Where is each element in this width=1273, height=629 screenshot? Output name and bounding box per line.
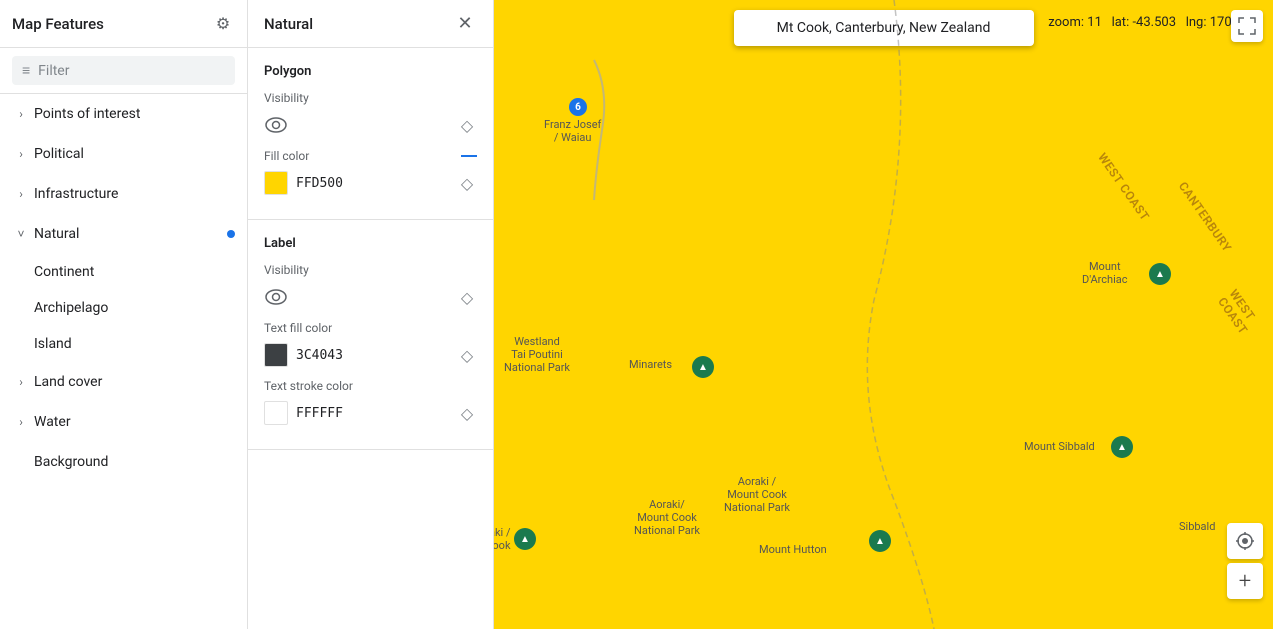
filter-input[interactable]: ≡ Filter bbox=[12, 56, 235, 85]
place-partial-aoraki: aki /ook bbox=[494, 526, 511, 552]
sidebar-item-archipelago[interactable]: Archipelago bbox=[0, 290, 247, 326]
chevron-right-icon: › bbox=[12, 185, 30, 203]
visibility-label: Visibility bbox=[264, 91, 477, 105]
text-stroke-color-label: Text stroke color bbox=[264, 379, 477, 393]
map-bottom-controls: + bbox=[1227, 523, 1263, 599]
fill-color-label-row: Fill color bbox=[264, 149, 477, 163]
eye-icon[interactable] bbox=[264, 113, 288, 137]
chevron-right-icon: › bbox=[12, 105, 30, 123]
label-visibility-row: ◇ bbox=[264, 285, 477, 309]
place-sibbald: Sibbald bbox=[1179, 520, 1215, 533]
close-button[interactable]: ✕ bbox=[453, 12, 477, 36]
sidebar-item-label: Political bbox=[34, 146, 84, 162]
canterbury-label-1: CANTERBURY bbox=[1176, 179, 1235, 254]
label-diamond-icon[interactable]: ◇ bbox=[457, 287, 477, 307]
left-header: Map Features ⚙ bbox=[0, 0, 247, 48]
chevron-right-icon: › bbox=[12, 373, 30, 391]
sidebar-item-infrastructure[interactable]: › Infrastructure bbox=[0, 174, 247, 214]
map-features-title: Map Features bbox=[12, 15, 104, 33]
fill-color-diamond-icon[interactable]: ◇ bbox=[457, 173, 477, 193]
west-coast-label-1: WEST COAST bbox=[1095, 150, 1152, 223]
text-stroke-color-field[interactable]: FFFFFF bbox=[264, 401, 457, 425]
zoom-in-button[interactable]: + bbox=[1227, 563, 1263, 599]
search-text: Mt Cook, Canterbury, New Zealand bbox=[777, 20, 991, 36]
map-triangle-aoraki: ▲ bbox=[869, 530, 891, 552]
sidebar-item-natural[interactable]: ˅ Natural bbox=[0, 214, 247, 254]
label-visibility-label: Visibility bbox=[264, 263, 477, 277]
active-dot bbox=[227, 230, 235, 238]
fill-color-field[interactable]: FFD500 bbox=[264, 171, 457, 195]
text-fill-color-field[interactable]: 3C4043 bbox=[264, 343, 457, 367]
map-triangle-darchiac: ▲ bbox=[1149, 263, 1171, 285]
label-eye-icon[interactable] bbox=[264, 285, 288, 309]
sidebar-item-points-of-interest[interactable]: › Points of interest bbox=[0, 94, 247, 134]
chevron-down-icon: ˅ bbox=[12, 225, 30, 243]
filter-placeholder: Filter bbox=[38, 63, 69, 79]
left-panel: Map Features ⚙ ≡ Filter › Points of inte… bbox=[0, 0, 248, 629]
sidebar-item-label: Land cover bbox=[34, 374, 102, 390]
diamond-icon[interactable]: ◇ bbox=[457, 115, 477, 135]
sidebar-item-continent[interactable]: Continent bbox=[0, 254, 247, 290]
polygon-visibility-row: ◇ bbox=[264, 113, 477, 137]
sidebar-item-land-cover[interactable]: › Land cover bbox=[0, 362, 247, 402]
place-mount-hutton: Mount Hutton bbox=[759, 543, 827, 556]
place-aoraki-2: Aoraki/Mount CookNational Park bbox=[634, 498, 700, 537]
sidebar-subitem-label: Island bbox=[34, 336, 72, 352]
text-fill-color-label: Text fill color bbox=[264, 321, 477, 335]
chevron-right-icon: › bbox=[12, 145, 30, 163]
location-button[interactable] bbox=[1227, 523, 1263, 559]
map-zoom: zoom: 11 lat: -43.503 lng: 170.306 bbox=[1048, 15, 1257, 30]
sidebar-item-label: Water bbox=[34, 414, 71, 430]
filter-bar: ≡ Filter bbox=[0, 48, 247, 94]
middle-header: Natural ✕ bbox=[248, 0, 493, 48]
map-pin-6: 6 bbox=[569, 98, 587, 116]
search-box[interactable]: Mt Cook, Canterbury, New Zealand bbox=[734, 10, 1034, 46]
text-stroke-color-value: FFFFFF bbox=[296, 406, 343, 421]
sidebar-item-label: Natural bbox=[34, 226, 79, 242]
place-westland: WestlandTai PoutiniNational Park bbox=[504, 335, 570, 374]
text-fill-diamond-icon[interactable]: ◇ bbox=[457, 345, 477, 365]
sidebar-item-label: Infrastructure bbox=[34, 186, 118, 202]
label-section-title: Label bbox=[264, 236, 477, 251]
map-triangle-minarets: ▲ bbox=[692, 356, 714, 378]
place-mount-sibbald: Mount Sibbald bbox=[1024, 440, 1095, 453]
sidebar-item-background[interactable]: › Background bbox=[0, 442, 247, 482]
place-aoraki-1: Aoraki /Mount CookNational Park bbox=[724, 475, 790, 514]
sidebar-item-island[interactable]: Island bbox=[0, 326, 247, 362]
text-stroke-color-swatch bbox=[264, 401, 288, 425]
sidebar-item-water[interactable]: › Water bbox=[0, 402, 247, 442]
place-minarets: Minarets bbox=[629, 358, 672, 371]
west-coast-label-2: WEST COAST bbox=[1215, 287, 1272, 351]
gear-icon[interactable]: ⚙ bbox=[211, 12, 235, 36]
text-fill-color-swatch bbox=[264, 343, 288, 367]
text-stroke-color-row: FFFFFF ◇ bbox=[264, 401, 477, 425]
sidebar-item-label: Points of interest bbox=[34, 106, 140, 122]
polygon-fill-color-row: FFD500 ◇ bbox=[264, 171, 477, 195]
text-fill-color-row: 3C4043 ◇ bbox=[264, 343, 477, 367]
label-section: Label Visibility ◇ Text fill color 3C404… bbox=[248, 220, 493, 450]
place-franz-josef: Franz Josef/ Waiau bbox=[544, 118, 601, 144]
map-area[interactable]: zoom: 11 lat: -43.503 lng: 170.306 Mt Co… bbox=[494, 0, 1273, 629]
sidebar-subitem-label: Continent bbox=[34, 264, 94, 280]
place-mount-darchiac: MountD'Archiac bbox=[1082, 260, 1128, 286]
fill-color-value: FFD500 bbox=[296, 176, 343, 191]
nav-list: › Points of interest › Political › Infra… bbox=[0, 94, 247, 629]
chevron-right-icon: › bbox=[12, 413, 30, 431]
text-stroke-diamond-icon[interactable]: ◇ bbox=[457, 403, 477, 423]
map-triangle-sibbald: ▲ bbox=[1111, 436, 1133, 458]
fill-color-label: Fill color bbox=[264, 149, 309, 163]
sidebar-subitem-label: Archipelago bbox=[34, 300, 108, 316]
fill-color-swatch bbox=[264, 171, 288, 195]
text-fill-color-value: 3C4043 bbox=[296, 348, 343, 363]
polygon-section: Polygon Visibility ◇ Fill color FFD500 ◇ bbox=[248, 48, 493, 220]
sidebar-item-political[interactable]: › Political bbox=[0, 134, 247, 174]
sidebar-item-label: Background bbox=[34, 454, 108, 470]
filter-icon: ≡ bbox=[22, 62, 30, 79]
middle-panel: Natural ✕ Polygon Visibility ◇ Fill colo… bbox=[248, 0, 494, 629]
map-triangle-partial: ▲ bbox=[514, 528, 536, 550]
fullscreen-button[interactable] bbox=[1231, 10, 1263, 42]
polygon-section-title: Polygon bbox=[264, 64, 477, 79]
minus-icon bbox=[461, 155, 477, 157]
natural-panel-title: Natural bbox=[264, 15, 313, 33]
